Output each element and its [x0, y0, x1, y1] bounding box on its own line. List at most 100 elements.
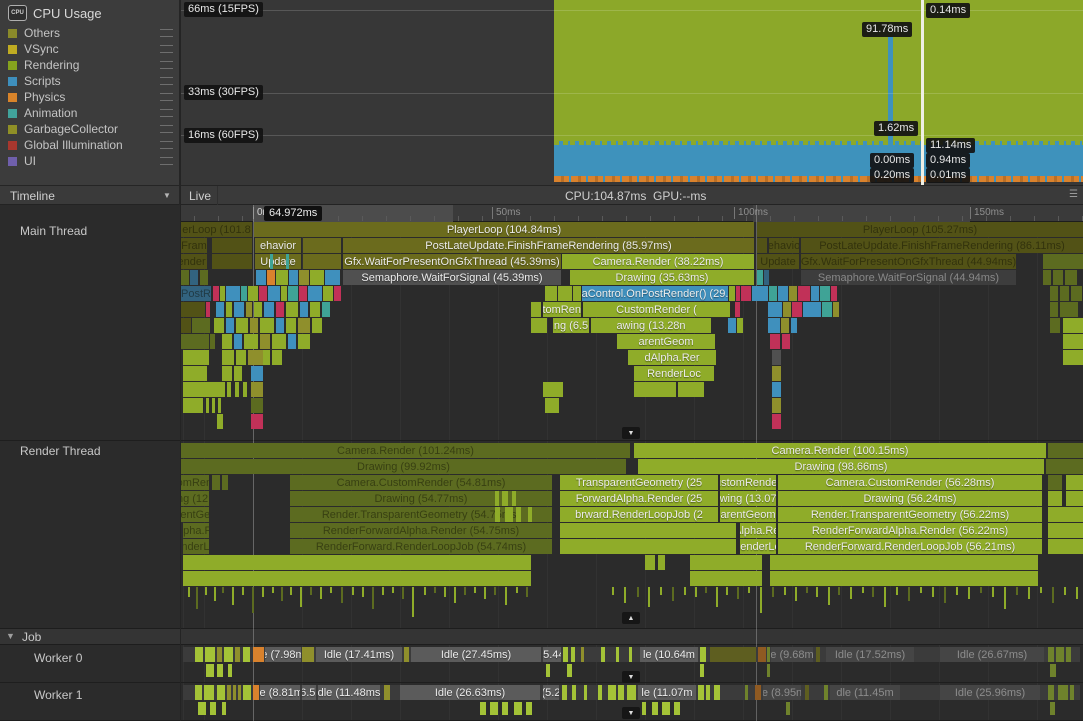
timeline-bar[interactable] — [778, 286, 788, 301]
timeline-bar[interactable] — [741, 286, 751, 301]
timeline-bar[interactable] — [238, 685, 241, 700]
timeline-bar[interactable]: Drawing (35.63ms) — [570, 270, 754, 285]
timeline-bar[interactable] — [1043, 254, 1083, 269]
timeline-bar[interactable] — [1060, 302, 1078, 317]
timeline-bar[interactable] — [299, 286, 307, 301]
timeline-bar[interactable] — [222, 475, 228, 490]
expand-down-button[interactable]: ▼ — [622, 707, 640, 719]
timeline-bar[interactable] — [404, 647, 409, 662]
timeline-bar[interactable] — [645, 555, 655, 570]
timeline-bar[interactable] — [1066, 491, 1083, 506]
timeline-bar[interactable]: e (9.68m — [771, 647, 813, 662]
timeline-bar[interactable]: Drawing (99.92ms) — [181, 459, 626, 474]
timeline-bar[interactable] — [212, 475, 220, 490]
worker-0-label[interactable]: Worker 0 — [34, 651, 82, 665]
timeline-bar[interactable] — [505, 507, 513, 522]
timeline-bar[interactable] — [1048, 507, 1083, 522]
timeline-bar[interactable]: (5.2 — [543, 685, 559, 700]
timeline-bar[interactable]: Drawing (98.66ms) — [638, 459, 1044, 474]
timeline-bar[interactable] — [228, 664, 232, 677]
timeline-bar[interactable] — [1071, 286, 1082, 301]
timeline-bar[interactable] — [276, 302, 284, 317]
timeline-bar[interactable] — [227, 382, 231, 397]
timeline-bar[interactable] — [560, 523, 736, 538]
drag-handle-icon[interactable] — [160, 93, 173, 101]
timeline-bar[interactable] — [786, 702, 790, 715]
timeline-bar[interactable] — [212, 398, 215, 413]
timeline-bar[interactable] — [567, 664, 572, 677]
timeline-bar[interactable] — [831, 286, 837, 301]
timeline-bar[interactable] — [560, 539, 736, 554]
timeline-bar[interactable]: ustomRender — [181, 475, 209, 490]
timeline-bar[interactable]: dle (11.45m — [830, 685, 900, 700]
timeline-bar[interactable] — [700, 664, 704, 677]
timeline-bar[interactable] — [767, 664, 770, 677]
timeline-bar[interactable] — [495, 507, 500, 522]
timeline-bar[interactable]: brward.RenderLoopJob (2 — [560, 507, 718, 522]
timeline-bar[interactable]: awing (13.28n — [591, 318, 711, 333]
timeline-bar[interactable]: le (8.81m — [260, 685, 300, 700]
timeline-bar[interactable] — [728, 318, 736, 333]
timeline-bar[interactable] — [190, 270, 198, 285]
timeline-bar[interactable] — [752, 286, 768, 301]
timeline-bar[interactable] — [303, 254, 341, 269]
timeline-bar[interactable] — [288, 286, 298, 301]
timeline-bar[interactable] — [214, 318, 224, 333]
timeline-bar[interactable]: .RenderLoop — [183, 539, 209, 554]
timeline-bar[interactable]: Update — [757, 254, 799, 269]
timeline-bar[interactable] — [192, 318, 210, 333]
timeline-bar[interactable]: Camera.Render (100.15ms) — [634, 443, 1046, 458]
timeline-bar[interactable] — [195, 647, 203, 662]
timeline-bar[interactable]: Semaphore.WaitForSignal (44.94ms) — [801, 270, 1016, 285]
timeline-bar[interactable] — [1048, 685, 1054, 700]
timeline-bar[interactable] — [783, 302, 791, 317]
timeline-bar[interactable] — [755, 685, 761, 700]
timeline-bar[interactable] — [195, 685, 202, 700]
timeline-bar[interactable] — [217, 647, 222, 662]
timeline-bar[interactable] — [772, 366, 781, 381]
timeline-bar[interactable] — [816, 647, 820, 662]
timeline-bar[interactable]: parentGeom — [181, 507, 209, 522]
timeline-bar[interactable] — [251, 382, 263, 397]
expand-down-button[interactable]: ▼ — [622, 427, 640, 439]
timeline-bar[interactable] — [490, 702, 498, 715]
timeline-bar[interactable]: (6.52 — [302, 685, 316, 700]
timeline-bar[interactable] — [206, 398, 209, 413]
timeline-bar[interactable]: ehavio — [769, 238, 799, 253]
timeline-bar[interactable] — [601, 647, 605, 662]
timeline-bar[interactable] — [1063, 318, 1083, 333]
selected-frame-line[interactable] — [921, 0, 924, 185]
legend-item[interactable]: VSync — [0, 41, 179, 57]
timeline-bar[interactable] — [248, 286, 258, 301]
timeline-bar[interactable]: Idle (17.52ms) — [826, 647, 914, 662]
timeline-bar[interactable] — [495, 491, 499, 506]
timeline-bar[interactable] — [260, 334, 270, 349]
timeline-bar[interactable] — [259, 286, 267, 301]
timeline-bar[interactable] — [1050, 664, 1056, 677]
timeline-bar[interactable] — [243, 647, 250, 662]
timeline-bar[interactable] — [183, 555, 531, 570]
timeline-bar[interactable] — [210, 334, 215, 349]
timeline-bar[interactable] — [241, 286, 247, 301]
timeline-bar[interactable]: ng (6.5 — [553, 318, 589, 333]
timeline-bar[interactable] — [234, 366, 242, 381]
timeline-bar[interactable] — [183, 571, 531, 586]
timeline-bar[interactable] — [384, 685, 390, 700]
timeline-bar[interactable]: PostLateUpdate.FinishFrameRendering (86.… — [801, 238, 1083, 253]
timeline-bar[interactable]: d.RenderLoop — [740, 539, 776, 554]
timeline-bar[interactable] — [772, 398, 781, 413]
timeline-bar[interactable] — [212, 254, 252, 269]
timeline-bar[interactable] — [782, 334, 790, 349]
timeline-bar[interactable] — [710, 647, 756, 662]
timeline-bar[interactable] — [233, 685, 236, 700]
timeline-bar[interactable] — [1066, 475, 1083, 490]
timeline-bar[interactable] — [264, 302, 274, 317]
timeline-bar[interactable] — [1048, 475, 1062, 490]
drag-handle-icon[interactable] — [160, 45, 173, 53]
timeline-bar[interactable] — [220, 286, 225, 301]
timeline-bar[interactable] — [1043, 270, 1051, 285]
timeline-mode-dropdown[interactable]: Timeline ▼ — [0, 186, 180, 205]
timeline-bar[interactable] — [805, 685, 809, 700]
timeline-bar[interactable] — [698, 685, 704, 700]
timeline-bar[interactable]: Idle (26.63ms) — [400, 685, 540, 700]
